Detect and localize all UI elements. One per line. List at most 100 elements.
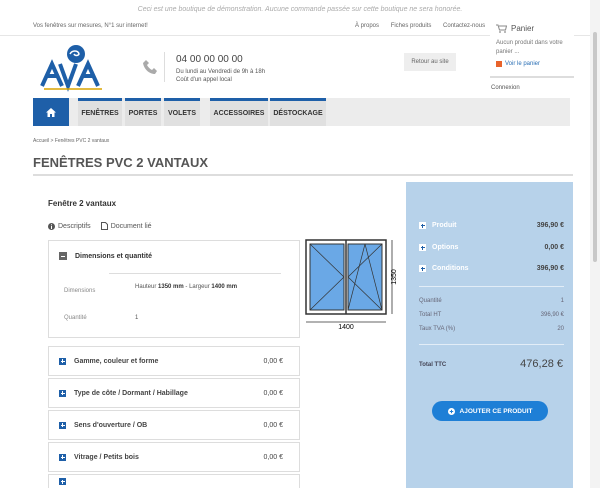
breadcrumb[interactable]: Accueil > Fenêtres PVC 2 vantaux	[33, 138, 109, 144]
info-icon	[48, 222, 55, 230]
divider	[164, 52, 165, 82]
summary-label: Produit	[432, 222, 457, 229]
summary-value: 396,90 €	[536, 265, 564, 272]
info-row-quantity: Quantité 1	[419, 298, 564, 304]
diagram-height-label: 1350	[391, 269, 398, 285]
add-product-button[interactable]: AJOUTER CE PRODUIT	[432, 401, 548, 421]
add-product-label: AJOUTER CE PRODUIT	[459, 407, 533, 415]
home-icon	[46, 107, 56, 117]
cart-empty-text: Aucun produit dans votre panier ...	[496, 40, 563, 55]
summary-row-conditions[interactable]: Conditions 396,90 €	[419, 265, 564, 272]
dimensions-label: Dimensions	[64, 288, 96, 294]
option-price: 0,00 €	[263, 389, 283, 397]
dimensions-title: Dimensions et quantité	[75, 252, 153, 260]
hours-line: Du lundi au Vendredi de 9h à 18h	[176, 69, 266, 75]
window-diagram: 1350 1400	[305, 239, 398, 330]
option-price: 0,00 €	[263, 421, 283, 429]
back-to-site-button[interactable]: Retour au site	[404, 53, 456, 71]
option-price: 0,00 €	[263, 453, 283, 461]
summary-row-produit[interactable]: Produit 396,90 €	[419, 222, 564, 229]
width-value[interactable]: 1400 mm	[211, 284, 237, 290]
menu-item-volets[interactable]: VOLETS	[164, 98, 200, 126]
diagram-width-label: 1400	[338, 324, 354, 330]
home-button[interactable]	[33, 98, 69, 126]
summary-label: Options	[432, 244, 459, 251]
view-cart-link[interactable]: Voir le panier	[496, 61, 568, 67]
phone-number: 04 00 00 00 00	[176, 54, 243, 65]
option-gamme[interactable]: Gamme, couleur et forme 0,00 €	[48, 346, 300, 376]
dimensions-panel: Dimensions et quantité Dimensions Hauteu…	[48, 240, 300, 338]
info-value: 20	[557, 326, 564, 332]
total-ttc-label: Total TTC	[419, 362, 447, 368]
product-tabs: Descriptifs Document lié	[48, 222, 152, 230]
divider	[419, 286, 564, 287]
option-type-cote[interactable]: Type de côte / Dormant / Habillage 0,00 …	[48, 378, 300, 408]
expand-icon	[59, 389, 66, 397]
collapse-icon	[59, 252, 67, 260]
dimensions-header[interactable]: Dimensions et quantité	[59, 252, 152, 260]
scrollbar-thumb[interactable]	[593, 32, 597, 262]
menu-item-destockage[interactable]: DÉSTOCKAGE	[270, 98, 326, 126]
option-vitrage[interactable]: Vitrage / Petits bois 0,00 €	[48, 442, 300, 472]
arrow-icon	[496, 61, 502, 67]
info-row-total-ht: Total HT 396,90 €	[419, 312, 564, 318]
expand-icon	[419, 244, 426, 251]
about-link[interactable]: À propos	[355, 23, 379, 29]
info-label: Taux TVA (%)	[419, 326, 456, 332]
opening-hours: Du lundi au Vendredi de 9h à 18h Coût d'…	[176, 68, 265, 84]
option-label: Type de côte / Dormant / Habillage	[74, 389, 188, 397]
demo-banner: Ceci est une boutique de démonstration. …	[137, 6, 463, 13]
info-row-tva: Taux TVA (%) 20	[419, 326, 564, 332]
logo-mark	[40, 45, 102, 92]
option-sens-ouverture[interactable]: Sens d'ouverture / OB 0,00 €	[48, 410, 300, 440]
total-ttc-value: 476,28 €	[520, 358, 563, 370]
tab-descriptifs-label: Descriptifs	[58, 222, 91, 230]
menu-item-fenetres[interactable]: FENÊTRES	[78, 98, 122, 126]
info-value: 1	[560, 298, 564, 304]
product-sheets-link[interactable]: Fiches produits	[391, 23, 432, 29]
document-icon	[100, 222, 108, 230]
option-label: Sens d'ouverture / OB	[74, 421, 148, 429]
summary-panel: Produit 396,90 € Options 0,00 € Conditio…	[406, 182, 573, 488]
info-label: Total HT	[419, 312, 442, 318]
cart-title-label: Panier	[511, 24, 535, 33]
menu-item-accessoires[interactable]: ACCESSOIRES	[210, 98, 268, 126]
expand-icon	[59, 453, 66, 461]
tab-document-label: Document lié	[110, 222, 152, 230]
login-link[interactable]: Connexion	[491, 85, 520, 91]
tab-document[interactable]: Document lié	[100, 222, 152, 230]
quantity-value[interactable]: 1	[135, 315, 138, 321]
width-label: Largeur	[189, 284, 210, 290]
dimensions-value: Hauteur 1350 mm - Largeur 1400 mm	[135, 284, 238, 290]
expand-icon	[59, 421, 66, 429]
height-value[interactable]: 1350 mm	[158, 284, 184, 290]
quantity-label: Quantité	[64, 315, 87, 321]
page-title: FENÊTRES PVC 2 VANTAUX	[33, 155, 209, 170]
divider	[109, 273, 281, 274]
option-label: Vitrage / Petits bois	[74, 453, 139, 461]
divider	[419, 344, 564, 345]
height-label: Hauteur	[135, 284, 157, 290]
phone-icon	[143, 60, 157, 74]
cart-box[interactable]: Panier Aucun produit dans votre panier .…	[490, 20, 574, 78]
expand-icon	[419, 222, 426, 229]
product-title: Fenêtre 2 vantaux	[48, 199, 117, 208]
logo[interactable]	[40, 42, 112, 92]
option-label: Gamme, couleur et forme	[74, 357, 159, 365]
title-divider	[33, 174, 573, 176]
info-value: 396,90 €	[540, 312, 564, 318]
summary-value: 396,90 €	[536, 222, 564, 229]
info-label: Quantité	[419, 298, 442, 304]
expand-icon	[419, 265, 426, 272]
tab-descriptifs[interactable]: Descriptifs	[48, 222, 91, 230]
contact-link[interactable]: Contactez-nous	[443, 23, 485, 29]
option-next[interactable]	[48, 474, 300, 488]
expand-icon	[59, 478, 66, 485]
add-icon	[447, 407, 455, 415]
summary-value: 0,00 €	[544, 244, 564, 251]
summary-row-options[interactable]: Options 0,00 €	[419, 244, 564, 251]
cart-title: Panier	[496, 24, 568, 33]
menu-item-portes[interactable]: PORTES	[125, 98, 161, 126]
call-cost-line: Coût d'un appel local	[176, 77, 232, 83]
cart-icon	[496, 24, 507, 33]
